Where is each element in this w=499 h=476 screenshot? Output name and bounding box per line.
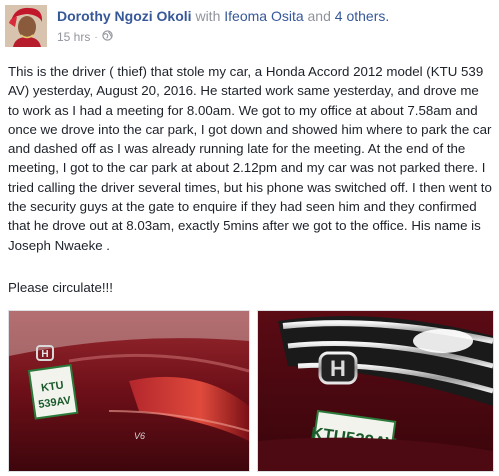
post-closing-text: Please circulate!!! [8, 280, 113, 295]
v6-badge: V6 [134, 431, 145, 441]
meta-separator: · [94, 31, 98, 43]
post-body-text: This is the driver ( thief) that stole m… [8, 64, 492, 253]
author-name-link[interactable]: Dorothy Ngozi Okoli [57, 8, 192, 24]
post-header: Dorothy Ngozi Okoli with Ifeoma Osita an… [57, 8, 389, 24]
car-rear-image: H KTU 539AV V6 [9, 311, 249, 471]
svg-text:H: H [330, 356, 346, 381]
plate-left: KTU 539AV [27, 364, 79, 420]
honda-badge-right: H [318, 351, 358, 385]
car-front-image: H KTU539AV [258, 311, 493, 471]
post-meta: 15 hrs · [57, 30, 113, 44]
svg-text:H: H [41, 349, 48, 360]
author-avatar[interactable] [5, 5, 47, 47]
timestamp-link[interactable]: 15 hrs [57, 30, 90, 44]
avatar-image [5, 5, 47, 47]
car-front-photo[interactable]: H KTU539AV [257, 310, 494, 472]
globe-icon[interactable] [102, 30, 113, 44]
with-label: with [195, 8, 221, 24]
and-label: and [307, 8, 331, 24]
others-link[interactable]: 4 others. [335, 8, 389, 24]
post-body: This is the driver ( thief) that stole m… [8, 62, 492, 255]
facebook-post: Dorothy Ngozi Okoli with Ifeoma Osita an… [0, 0, 499, 476]
tagged-user-link[interactable]: Ifeoma Osita [224, 8, 303, 24]
car-rear-photo[interactable]: H KTU 539AV V6 [8, 310, 250, 472]
